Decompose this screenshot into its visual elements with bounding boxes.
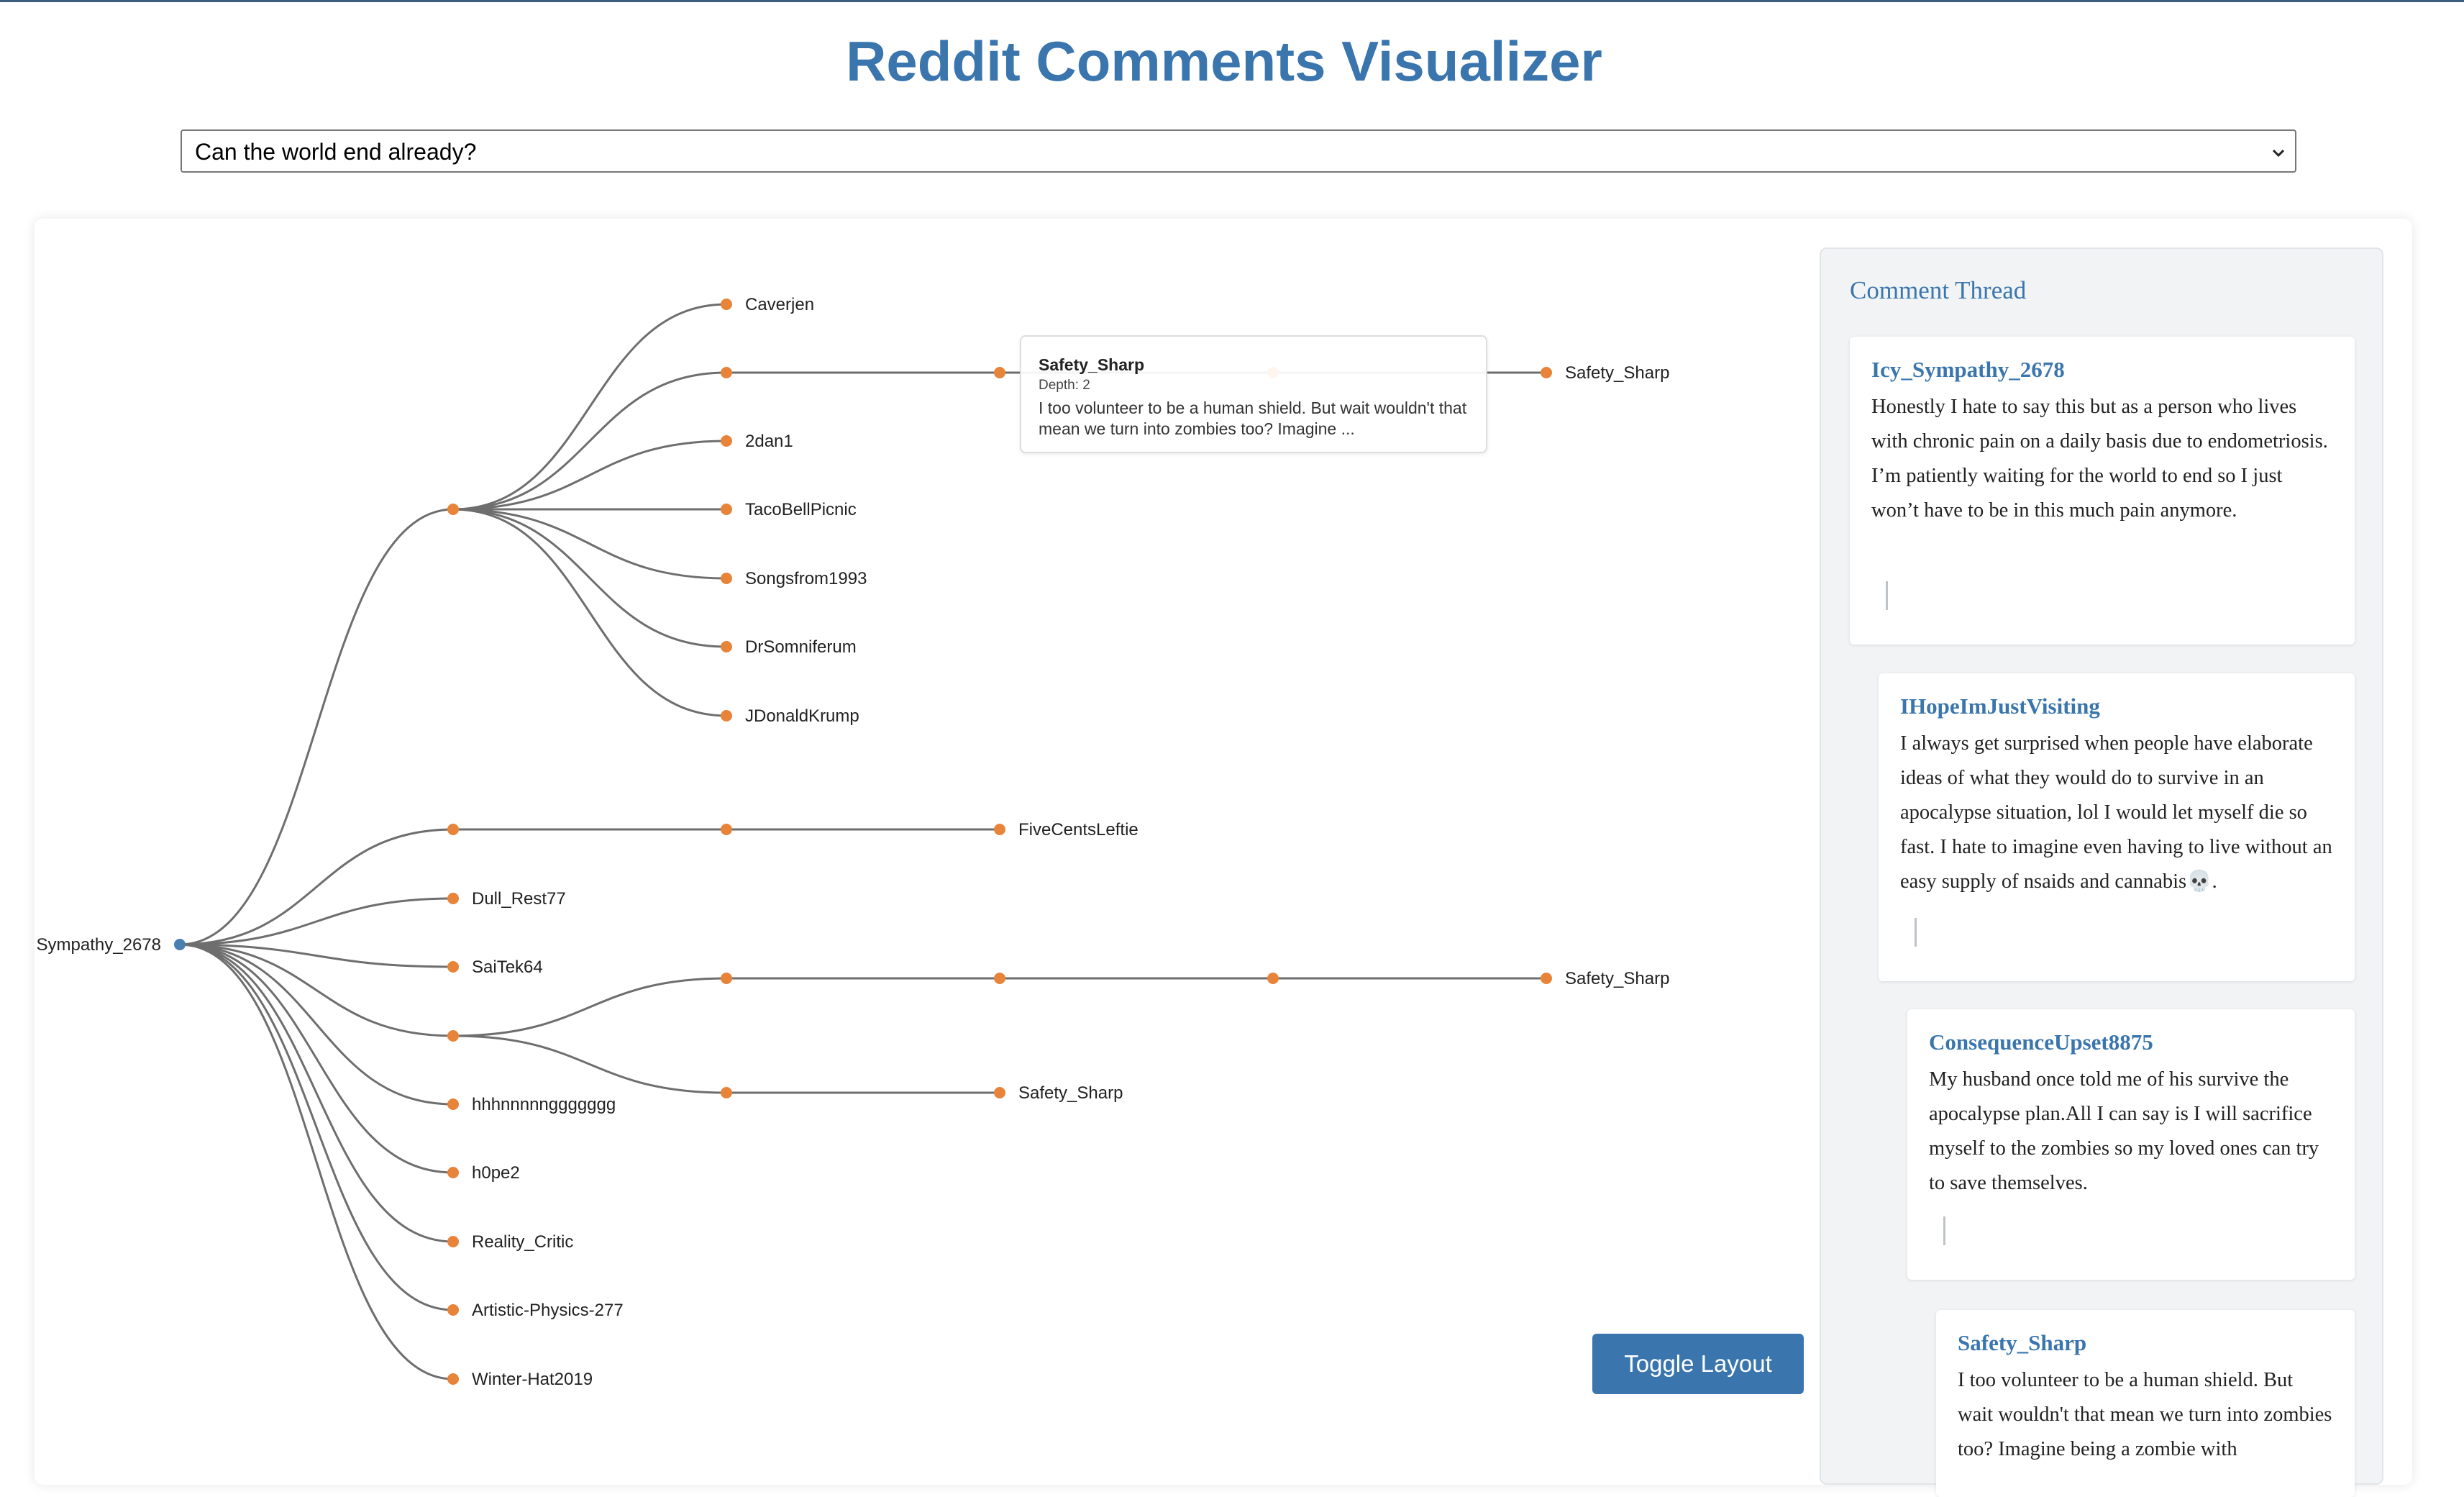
window-top-border xyxy=(0,0,2464,2)
thread-line xyxy=(1886,581,1888,610)
comment-card: Icy_Sympathy_2678 Honestly I hate to say… xyxy=(1850,337,2355,645)
tooltip-author: Safety_Sharp xyxy=(1039,355,1145,374)
post-select[interactable]: Can the world end already? xyxy=(181,129,2296,173)
comment-text: My husband once told me of his survive t… xyxy=(1929,1068,2319,1194)
comment-author[interactable]: ConsequenceUpset8875 xyxy=(1929,1029,2333,1055)
thread-title: Comment Thread xyxy=(1850,276,2027,304)
comment-thread-panel[interactable]: Comment Thread Icy_Sympathy_2678 Honestl… xyxy=(1820,247,2383,1497)
comment-card: ConsequenceUpset8875 My husband once tol… xyxy=(1907,1009,2355,1280)
thread-line xyxy=(1943,1216,1945,1245)
post-select-value: Can the world end already? xyxy=(195,139,477,165)
chevron-down-icon xyxy=(2272,149,2285,158)
toggle-layout-button[interactable]: Toggle Layout xyxy=(1592,1334,1804,1394)
tooltip-depth: Depth: 2 xyxy=(1039,378,1090,393)
comment-author[interactable]: Icy_Sympathy_2678 xyxy=(1871,357,2333,383)
thread-line xyxy=(1915,918,1917,947)
comment-card: Safety_Sharp I too volunteer to be a hum… xyxy=(1936,1310,2355,1497)
comment-card: IHopeImJustVisiting I always get surpris… xyxy=(1879,673,2355,981)
page-title: Reddit Comments Visualizer xyxy=(846,29,1602,93)
tooltip-text: I too volunteer to be a human shield. Bu… xyxy=(1039,399,1467,438)
comment-text: I always get surprised when people have … xyxy=(1900,732,2332,893)
node-tooltip: Safety_Sharp Depth: 2 I too volunteer to… xyxy=(1020,335,1487,453)
comment-author[interactable]: IHopeImJustVisiting xyxy=(1900,693,2333,719)
comment-text: Honestly I hate to say this but as a per… xyxy=(1871,396,2328,522)
comment-author[interactable]: Safety_Sharp xyxy=(1958,1330,2333,1356)
comment-text: I too volunteer to be a human shield. Bu… xyxy=(1958,1369,2332,1460)
